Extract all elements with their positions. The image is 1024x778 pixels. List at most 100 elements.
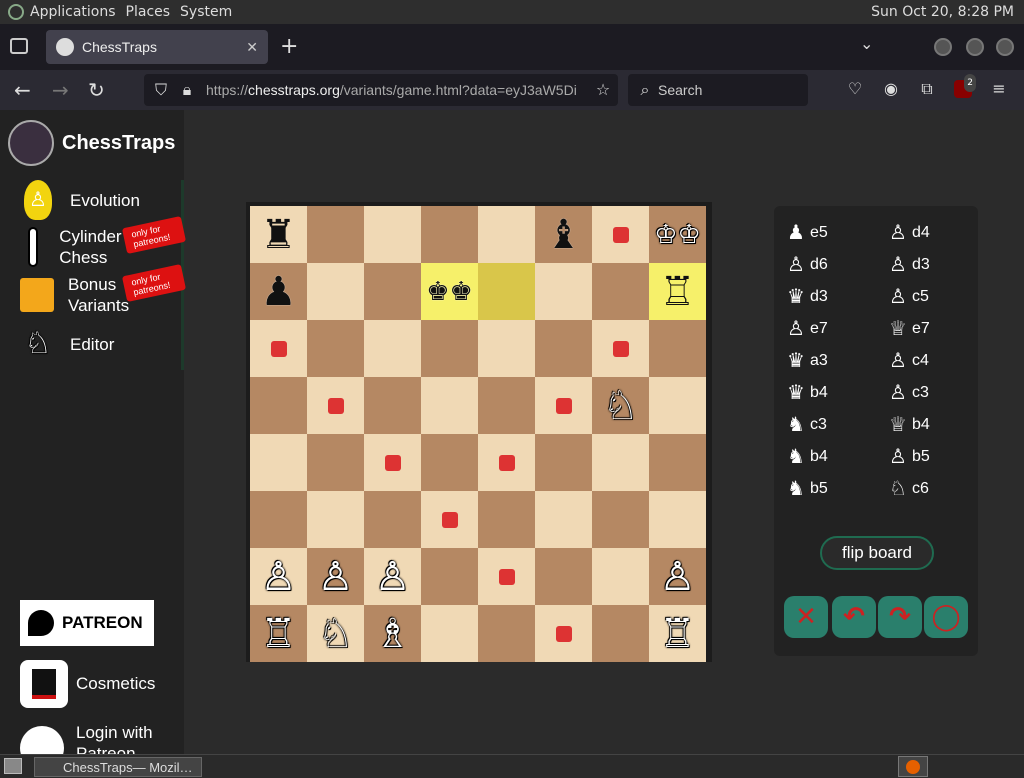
square-d5[interactable] (421, 377, 478, 434)
square-f4[interactable] (535, 434, 592, 491)
square-a4[interactable] (250, 434, 307, 491)
square-g6[interactable] (592, 320, 649, 377)
square-h8[interactable]: ♔♔ (649, 206, 706, 263)
sidebar-item-evolution[interactable]: ♙ Evolution (20, 180, 140, 220)
tab-chesstraps[interactable]: ChessTraps ✕ (46, 30, 268, 64)
move-entry[interactable]: ♙ b5 (886, 444, 930, 469)
minimize-icon[interactable] (934, 38, 952, 56)
move-entry[interactable]: ♕ b4 (886, 412, 930, 437)
square-a3[interactable] (250, 491, 307, 548)
forward-icon[interactable]: → (52, 78, 69, 102)
chess-piece[interactable]: ♙ (261, 557, 297, 597)
square-d6[interactable] (421, 320, 478, 377)
applications-menu[interactable]: Applications (30, 4, 116, 20)
square-b2[interactable]: ♙ (307, 548, 364, 605)
url-bar[interactable]: https://chesstraps.org/variants/game.htm… (144, 74, 618, 106)
system-menu[interactable]: System (180, 4, 232, 20)
chess-piece[interactable]: ♔♔ (654, 222, 701, 248)
new-tab-icon[interactable]: + (280, 34, 298, 59)
move-entry[interactable]: ♞ c3 (784, 412, 827, 437)
move-entry[interactable]: ♞ b4 (784, 444, 828, 469)
square-b6[interactable] (307, 320, 364, 377)
square-h4[interactable] (649, 434, 706, 491)
tab-list-icon[interactable] (10, 38, 28, 54)
square-g1[interactable] (592, 605, 649, 662)
move-entry[interactable]: ♙ c5 (886, 284, 929, 309)
square-d8[interactable] (421, 206, 478, 263)
chess-piece[interactable]: ♙ (375, 557, 411, 597)
square-d4[interactable] (421, 434, 478, 491)
cosmetics-link[interactable]: Cosmetics (20, 660, 155, 708)
taskbar-window-firefox[interactable]: ChessTraps — Mozil… (34, 757, 202, 777)
square-b1[interactable]: ♘ (307, 605, 364, 662)
bookmark-star-icon[interactable]: ☆ (594, 81, 612, 99)
square-g2[interactable] (592, 548, 649, 605)
square-e4[interactable] (478, 434, 535, 491)
maximize-icon[interactable] (966, 38, 984, 56)
move-entry[interactable]: ♞ b5 (784, 476, 828, 501)
square-b3[interactable] (307, 491, 364, 548)
restart-button[interactable]: ◯ (924, 596, 968, 638)
square-e5[interactable] (478, 377, 535, 434)
close-tab-icon[interactable]: ✕ (246, 39, 258, 56)
back-icon[interactable]: ← (14, 78, 31, 102)
square-e3[interactable] (478, 491, 535, 548)
square-g4[interactable] (592, 434, 649, 491)
os-logo-icon[interactable] (8, 4, 24, 20)
square-e1[interactable] (478, 605, 535, 662)
square-f8[interactable]: ♝ (535, 206, 592, 263)
square-d7[interactable]: ♚♚ (421, 263, 478, 320)
square-a6[interactable] (250, 320, 307, 377)
square-d3[interactable] (421, 491, 478, 548)
chess-piece[interactable]: ♘ (318, 614, 354, 654)
chess-piece[interactable]: ♟ (261, 272, 297, 312)
square-e7[interactable] (478, 263, 535, 320)
move-entry[interactable]: ♛ d3 (784, 284, 828, 309)
chess-board[interactable]: ♜ ♝ ♔♔ ♟ ♚♚ ♖ ♘ ♙ ♙ ♙ ♙ ♖ ♘ ♗ ♖ (250, 206, 706, 662)
square-b5[interactable] (307, 377, 364, 434)
square-h6[interactable] (649, 320, 706, 377)
menu-icon[interactable]: ≡ (990, 80, 1008, 98)
square-f1[interactable] (535, 605, 592, 662)
square-d1[interactable] (421, 605, 478, 662)
reload-icon[interactable]: ↻ (88, 78, 105, 102)
square-c1[interactable]: ♗ (364, 605, 421, 662)
move-entry[interactable]: ♘ c6 (886, 476, 929, 501)
show-desktop-icon[interactable] (4, 758, 22, 774)
move-entry[interactable]: ♟ e5 (784, 220, 828, 245)
flip-board-button[interactable]: flip board (820, 536, 934, 570)
square-c5[interactable] (364, 377, 421, 434)
square-a2[interactable]: ♙ (250, 548, 307, 605)
close-window-icon[interactable] (996, 38, 1014, 56)
square-e6[interactable] (478, 320, 535, 377)
chess-piece[interactable]: ♖ (660, 614, 696, 654)
chess-piece[interactable]: ♝ (546, 215, 582, 255)
move-entry[interactable]: ♕ e7 (886, 316, 930, 341)
square-a8[interactable]: ♜ (250, 206, 307, 263)
ublock-icon[interactable]: 2 (954, 74, 976, 98)
resign-button[interactable]: ✕ (784, 596, 828, 638)
square-b4[interactable] (307, 434, 364, 491)
square-g5[interactable]: ♘ (592, 377, 649, 434)
square-h5[interactable] (649, 377, 706, 434)
square-c4[interactable] (364, 434, 421, 491)
square-h1[interactable]: ♖ (649, 605, 706, 662)
chess-piece[interactable]: ♘ (603, 386, 639, 426)
square-g7[interactable] (592, 263, 649, 320)
square-g3[interactable] (592, 491, 649, 548)
move-entry[interactable]: ♛ a3 (784, 348, 828, 373)
chess-piece[interactable]: ♚♚ (426, 279, 473, 305)
firefox-launcher-icon[interactable] (898, 756, 928, 777)
move-list[interactable]: ♟ e5 ♙ d4 ♙ d6 ♙ d3 ♛ d3 ♙ c5 ♙ e7 ♕ e7 ♛ a3 ♙ c4 ♛ b4 ♙ c3 ♞ c3 ♕… (774, 206, 978, 522)
login-with-patreon[interactable]: Login with Patreon (20, 722, 166, 754)
square-e2[interactable] (478, 548, 535, 605)
square-f3[interactable] (535, 491, 592, 548)
square-g8[interactable] (592, 206, 649, 263)
move-entry[interactable]: ♙ c3 (886, 380, 929, 405)
square-c8[interactable] (364, 206, 421, 263)
search-bar[interactable]: Search (628, 74, 808, 106)
move-entry[interactable]: ♙ d4 (886, 220, 930, 245)
extensions-icon[interactable]: ⧉ (918, 80, 936, 98)
square-c7[interactable] (364, 263, 421, 320)
chess-piece[interactable]: ♗ (375, 614, 411, 654)
